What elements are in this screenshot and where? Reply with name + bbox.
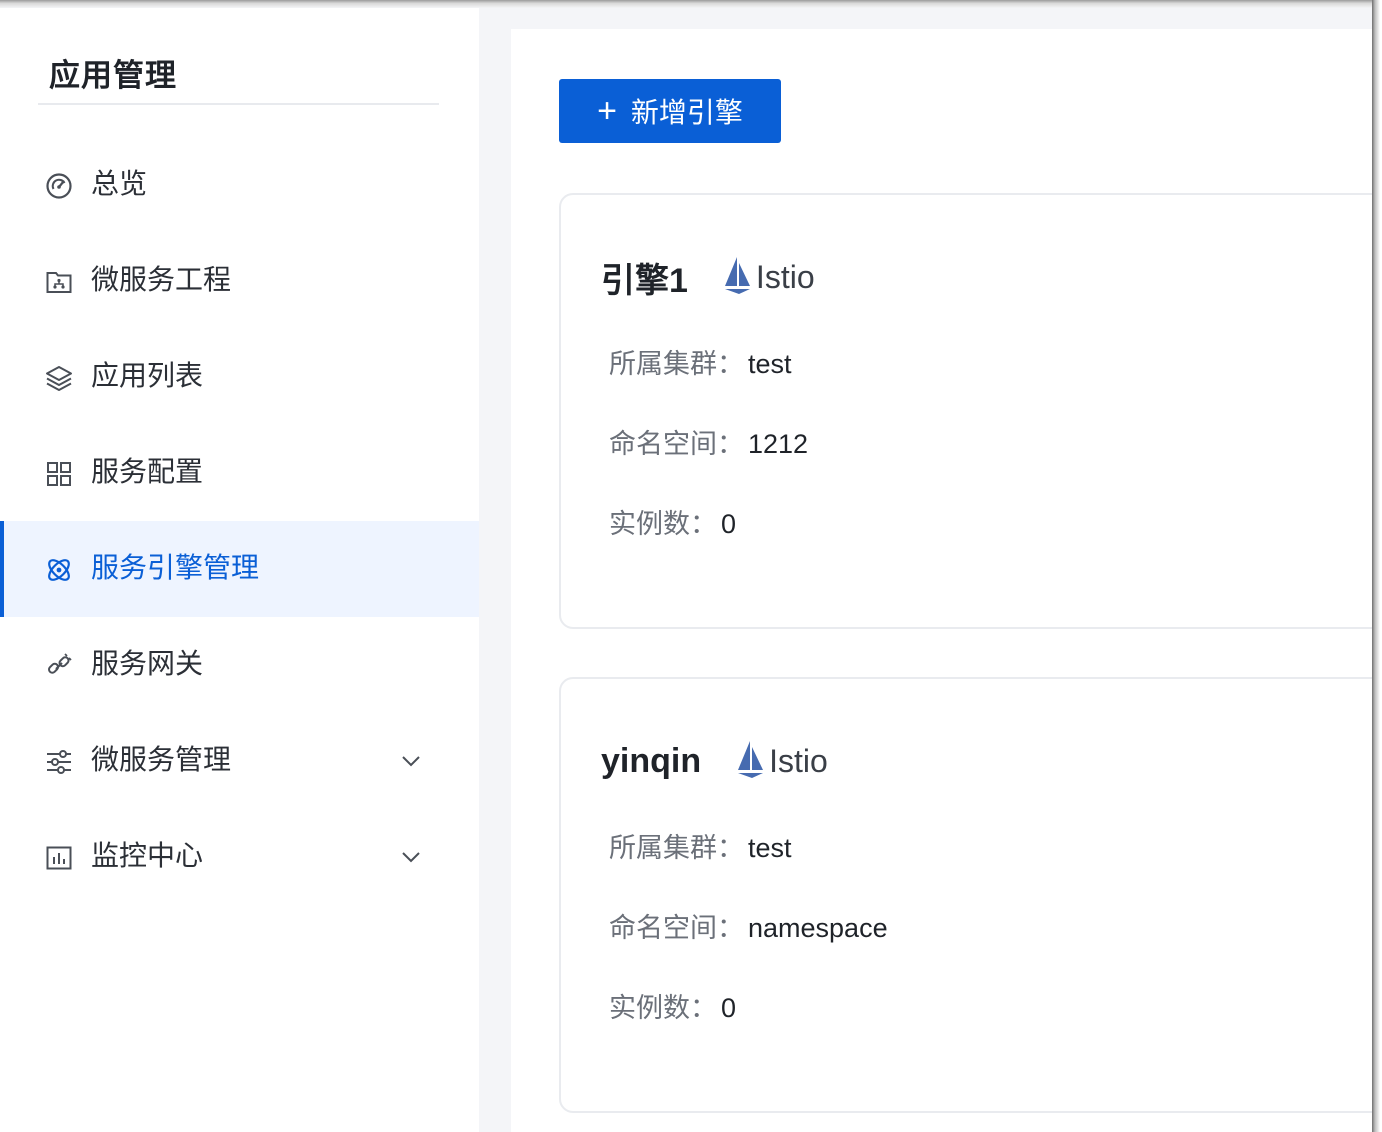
namespace-value: namespace — [748, 913, 888, 943]
window-top-edge — [0, 0, 1376, 8]
instances-value: 0 — [721, 993, 737, 1023]
sidebar-item-label: 服务引擎管理 — [91, 552, 260, 583]
namespace-key: 命名空间： — [609, 913, 744, 943]
card-header: yinqin Istio — [601, 737, 828, 785]
plus-icon: + — [597, 92, 617, 130]
namespace-field: 命名空间： 1212 — [609, 426, 808, 462]
sidebar-item-label: 应用列表 — [91, 360, 204, 391]
engine-card[interactable]: 引擎1 Istio 所属集群： test 命名空间： 1212 实例数： 0 — [559, 193, 1382, 629]
istio-logo-icon — [735, 739, 765, 784]
cluster-field: 所属集群： test — [609, 346, 792, 382]
sidebar-item-label: 微服务管理 — [91, 744, 232, 775]
sidebar-item-service-engine[interactable]: 服务引擎管理 — [0, 521, 479, 617]
engine-name: 引擎1 — [601, 261, 688, 300]
gateway-link-icon — [44, 651, 74, 681]
cluster-value: test — [748, 833, 792, 863]
main-content: + 新增引擎 引擎1 Istio 所属集群： test 命名空间： 1212 实… — [479, 8, 1382, 1132]
sidebar-item-overview[interactable]: 总览 — [0, 137, 479, 233]
instances-key: 实例数： — [609, 509, 717, 539]
instances-field: 实例数： 0 — [609, 506, 736, 542]
sidebar-item-label: 监控中心 — [91, 840, 204, 871]
chevron-down-icon[interactable] — [399, 749, 423, 773]
sidebar-item-label: 总览 — [91, 168, 148, 199]
namespace-key: 命名空间： — [609, 429, 744, 459]
cluster-field: 所属集群： test — [609, 830, 792, 866]
sidebar: 应用管理 总览 微服务工程 应用列表 服务配置 服务引擎管理 服务网关 微服务管… — [0, 8, 479, 1132]
cluster-key: 所属集群： — [609, 833, 744, 863]
engine-icon — [44, 555, 74, 585]
sidebar-item-label: 服务网关 — [91, 648, 204, 679]
dashboard-icon — [44, 171, 74, 201]
sidebar-item-microservice-management[interactable]: 微服务管理 — [0, 713, 479, 809]
sidebar-title: 应用管理 — [49, 58, 177, 93]
layers-icon — [44, 363, 74, 393]
cluster-value: test — [748, 349, 792, 379]
engine-name: yinqin — [601, 741, 702, 780]
sidebar-item-app-list[interactable]: 应用列表 — [0, 329, 479, 425]
namespace-value: 1212 — [748, 429, 809, 459]
sliders-icon — [44, 747, 74, 777]
instances-value: 0 — [721, 509, 737, 539]
sidebar-item-service-gateway[interactable]: 服务网关 — [0, 617, 479, 713]
engine-type-label: Istio — [755, 258, 815, 295]
sidebar-item-label: 服务配置 — [91, 456, 204, 487]
grid-icon — [44, 459, 74, 489]
window-right-edge — [1372, 0, 1382, 1132]
engine-type-label: Istio — [769, 742, 828, 779]
sidebar-item-label: 微服务工程 — [91, 264, 232, 295]
engine-panel: + 新增引擎 引擎1 Istio 所属集群： test 命名空间： 1212 实… — [511, 29, 1382, 1132]
add-engine-label: 新增引擎 — [630, 97, 743, 128]
sidebar-divider — [38, 103, 439, 105]
app-window: 应用管理 总览 微服务工程 应用列表 服务配置 服务引擎管理 服务网关 微服务管… — [0, 0, 1382, 1132]
sidebar-item-microservice-projects[interactable]: 微服务工程 — [0, 233, 479, 329]
engine-type-badge: Istio — [722, 255, 815, 300]
card-header: 引擎1 Istio — [601, 253, 815, 301]
istio-logo-icon — [722, 255, 752, 300]
add-engine-button[interactable]: + 新增引擎 — [559, 79, 781, 143]
project-folder-icon — [44, 267, 74, 297]
instances-field: 实例数： 0 — [609, 990, 736, 1026]
sidebar-item-service-config[interactable]: 服务配置 — [0, 425, 479, 521]
chevron-down-icon[interactable] — [399, 845, 423, 869]
instances-key: 实例数： — [609, 993, 717, 1023]
engine-card[interactable]: yinqin Istio 所属集群： test 命名空间： namespace — [559, 677, 1382, 1113]
engine-type-badge: Istio — [735, 739, 828, 784]
namespace-field: 命名空间： namespace — [609, 910, 888, 946]
chart-icon — [44, 843, 74, 873]
sidebar-item-monitoring[interactable]: 监控中心 — [0, 809, 479, 905]
cluster-key: 所属集群： — [609, 349, 744, 379]
